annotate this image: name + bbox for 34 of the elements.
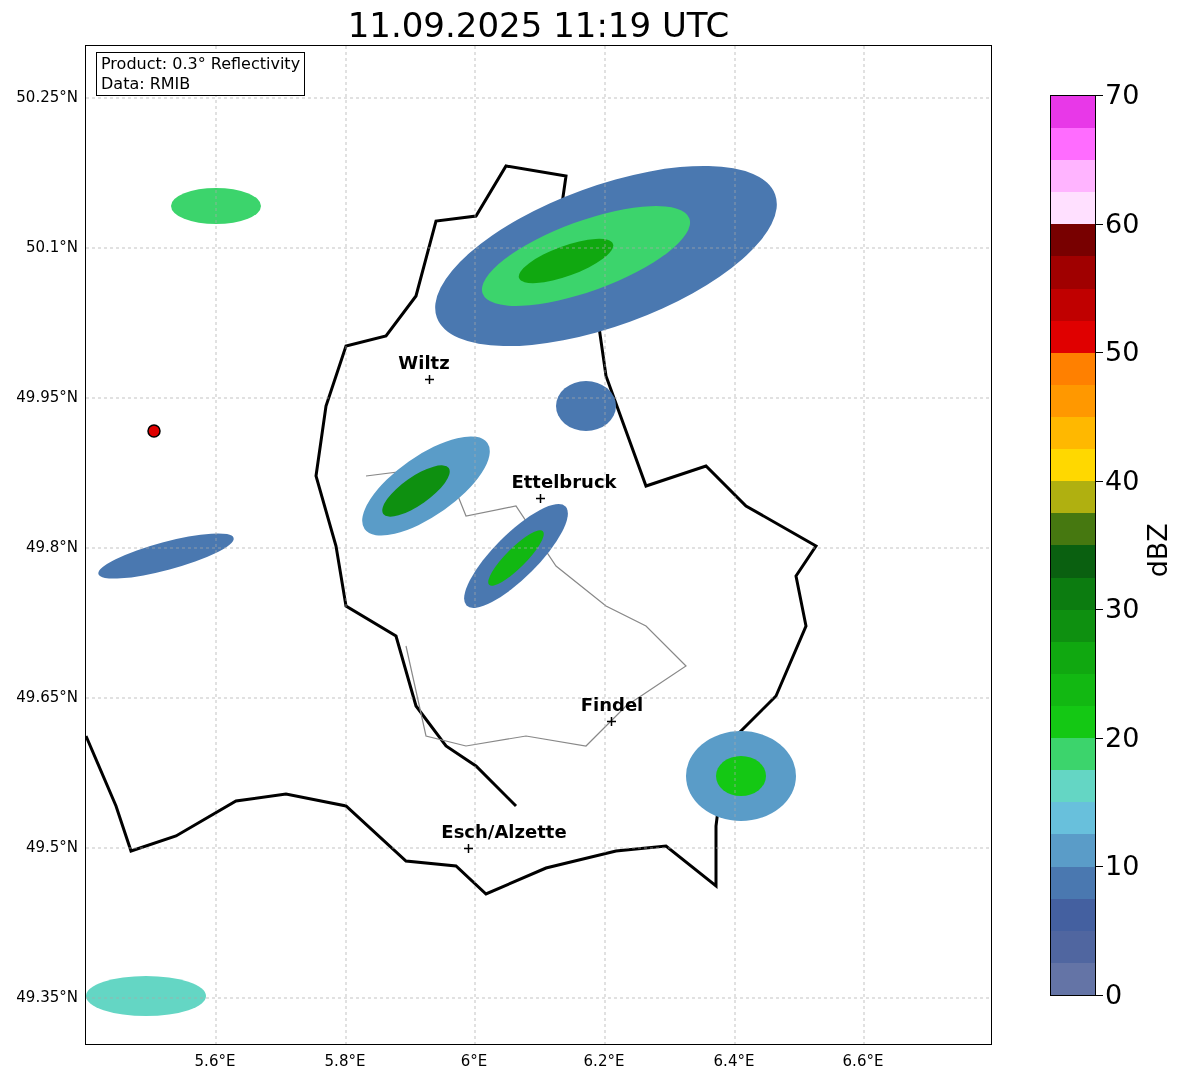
colorbar-tick-label: 70 — [1105, 80, 1140, 110]
longitude-label: 5.6°E — [193, 1051, 237, 1072]
longitude-label: 6.2°E — [582, 1051, 626, 1072]
place-marker-icon — [607, 717, 616, 726]
latitude-label: 49.8°N — [24, 538, 78, 556]
place-marker-icon — [464, 844, 473, 853]
longitude-label: 6°E — [459, 1051, 489, 1072]
colorbar-tick-label: 40 — [1105, 465, 1140, 496]
latitude-label: 50.1°N — [24, 238, 78, 256]
latitude-label: 49.5°N — [24, 838, 78, 856]
latitude-label: 50.25°N — [15, 88, 78, 106]
chart-title: 11.09.2025 11:19 UTC — [347, 4, 730, 46]
longitude-label: 5.8°E — [323, 1051, 367, 1072]
place-label: Ettelbruck — [511, 472, 617, 492]
radar-site-icon — [147, 424, 161, 438]
colorbar-tick-label: 0 — [1105, 980, 1123, 1010]
longitude-label: 6.4°E — [712, 1051, 756, 1072]
info-text: Data: RMIB — [101, 74, 192, 94]
colorbar-tick-label: 60 — [1105, 208, 1140, 239]
latitude-label: 49.35°N — [15, 988, 78, 1006]
colorbar-tick-label: 10 — [1105, 851, 1140, 882]
colorbar-tick-label: 20 — [1105, 722, 1140, 753]
place-marker-icon — [536, 494, 545, 503]
latitude-label: 49.65°N — [15, 688, 78, 706]
place-label: Esch/Alzette — [441, 822, 567, 842]
colorbar-tick-label: 50 — [1105, 337, 1140, 368]
info-text: Product: 0.3° Reflectivity — [101, 54, 301, 74]
place-label: Findel — [580, 695, 644, 715]
place-marker-icon — [425, 375, 434, 384]
place-label: Wiltz — [398, 353, 450, 373]
longitude-label: 6.6°E — [841, 1051, 885, 1072]
colorbar-label: dBZ — [1140, 522, 1174, 578]
colorbar-tick-label: 30 — [1105, 594, 1140, 625]
latitude-label: 49.95°N — [15, 388, 78, 406]
